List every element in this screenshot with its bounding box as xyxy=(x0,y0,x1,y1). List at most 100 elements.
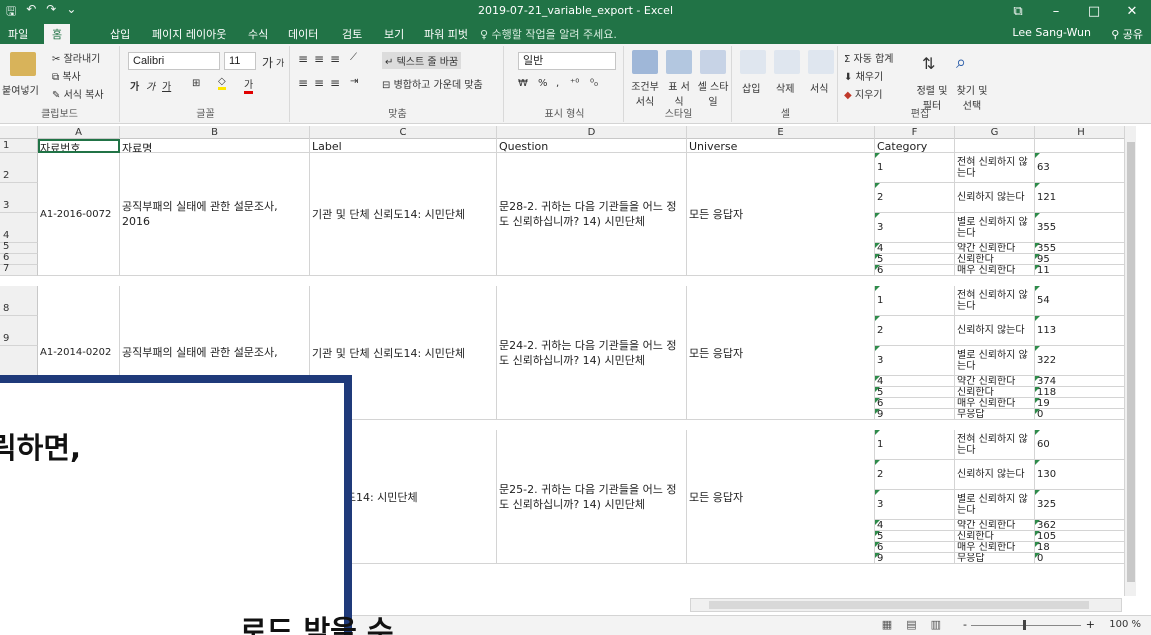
row-header[interactable]: 3 xyxy=(0,183,38,213)
insert-cells-icon[interactable] xyxy=(740,50,766,74)
cell-e1[interactable]: Universe xyxy=(687,139,875,153)
cell-universe[interactable]: 모든 응답자 xyxy=(687,430,875,564)
conditional-format-button[interactable]: 조건부 서식 xyxy=(628,78,662,108)
decrease-decimal-icon[interactable]: ⁰₀ xyxy=(590,78,598,89)
cell-g1[interactable] xyxy=(955,139,1035,153)
bold-button[interactable]: 가 xyxy=(130,78,139,93)
zoom-level[interactable]: 100 % xyxy=(1109,619,1141,630)
tab-view[interactable]: 보기 xyxy=(384,26,404,42)
zoom-in-button[interactable]: + xyxy=(1086,618,1095,631)
cell-category-text[interactable]: 신뢰하지 않는다 xyxy=(955,460,1035,490)
cell-category-code[interactable]: 4 xyxy=(875,376,955,387)
cell-category-code[interactable]: 1 xyxy=(875,286,955,316)
tab-formulas[interactable]: 수식 xyxy=(248,26,268,42)
insert-button[interactable]: 삽입 xyxy=(742,80,760,95)
cell-count[interactable]: 325 xyxy=(1035,490,1128,520)
font-color-icon[interactable]: 가 xyxy=(244,76,254,94)
font-size-select[interactable]: 11 xyxy=(224,52,256,70)
cell-count[interactable]: 322 xyxy=(1035,346,1128,376)
percent-button[interactable]: % xyxy=(538,78,548,89)
cell-category-code[interactable]: 5 xyxy=(875,387,955,398)
row-header[interactable]: 4 xyxy=(0,213,38,243)
tab-file[interactable]: 파일 xyxy=(8,26,28,42)
row-header[interactable]: 9 xyxy=(0,316,38,346)
cell-category-code[interactable]: 3 xyxy=(875,213,955,243)
font-name-select[interactable]: Calibri xyxy=(128,52,220,70)
format-cells-icon[interactable] xyxy=(808,50,834,74)
zoom-slider[interactable] xyxy=(971,620,1081,630)
cell-category-text[interactable]: 전혀 신뢰하지 않는다 xyxy=(955,286,1035,316)
shrink-font-button[interactable]: 가 xyxy=(276,56,284,69)
cell-category-code[interactable]: 1 xyxy=(875,430,955,460)
cell-count[interactable]: 60 xyxy=(1035,430,1128,460)
cell-category-code[interactable]: 6 xyxy=(875,265,955,276)
cell-category-code[interactable]: 2 xyxy=(875,316,955,346)
grow-font-button[interactable]: 가 xyxy=(262,54,273,71)
cell-question[interactable]: 문25-2. 귀하는 다음 기관들을 어느 정도 신뢰하십니까? 14) 시민단… xyxy=(497,430,687,564)
cell-category-text[interactable]: 전혀 신뢰하지 않는다 xyxy=(955,153,1035,183)
tab-home[interactable]: 홈 xyxy=(44,24,71,44)
vertical-scrollbar[interactable] xyxy=(1124,126,1136,596)
italic-button[interactable]: 가 xyxy=(146,78,155,93)
align-middle-icon[interactable]: ≡ xyxy=(314,52,324,66)
cell-category-code[interactable]: 6 xyxy=(875,542,955,553)
tell-me-search[interactable]: ♀ 수행할 작업을 알려 주세요. xyxy=(480,26,617,42)
cell-label[interactable]: 기관 및 단체 신뢰도14: 시민단체 xyxy=(310,153,497,276)
cell-category-code[interactable]: 5 xyxy=(875,254,955,265)
cell-count[interactable]: 130 xyxy=(1035,460,1128,490)
align-bottom-icon[interactable]: ≡ xyxy=(330,52,340,66)
minimize-button[interactable]: – xyxy=(1037,0,1075,22)
cell-category-code[interactable]: 2 xyxy=(875,460,955,490)
cell-category-text[interactable]: 신뢰한다 xyxy=(955,531,1035,542)
cell-id[interactable]: A1-2016-0072 xyxy=(38,153,120,276)
align-top-icon[interactable]: ≡ xyxy=(298,52,308,66)
fill-button[interactable]: ⬇ 채우기 xyxy=(844,68,883,83)
cell-count[interactable]: 113 xyxy=(1035,316,1128,346)
horizontal-scroll-thumb[interactable] xyxy=(709,601,1089,609)
cell-category-code[interactable]: 4 xyxy=(875,520,955,531)
cell-f1[interactable]: Category xyxy=(875,139,955,153)
cell-category-code[interactable]: 4 xyxy=(875,243,955,254)
cell-question[interactable]: 문28-2. 귀하는 다음 기관들을 어느 정도 신뢰하십니까? 14) 시민단… xyxy=(497,153,687,276)
cell-count[interactable]: 118 xyxy=(1035,387,1128,398)
cell-category-text[interactable]: 매우 신뢰한다 xyxy=(955,398,1035,409)
sort-filter-icon[interactable]: ⇅ xyxy=(922,54,935,73)
comma-button[interactable]: , xyxy=(556,78,559,89)
cell-count[interactable]: 105 xyxy=(1035,531,1128,542)
cell-count[interactable]: 355 xyxy=(1035,243,1128,254)
column-header-c[interactable]: C xyxy=(310,126,497,139)
cell-category-text[interactable]: 전혀 신뢰하지 않는다 xyxy=(955,430,1035,460)
cell-category-text[interactable]: 매우 신뢰한다 xyxy=(955,265,1035,276)
cell-category-text[interactable]: 매우 신뢰한다 xyxy=(955,542,1035,553)
column-header-f[interactable]: F xyxy=(875,126,955,139)
cell-category-text[interactable]: 약간 신뢰한다 xyxy=(955,376,1035,387)
cell-category-code[interactable]: 3 xyxy=(875,490,955,520)
find-select-icon[interactable]: ⌕ xyxy=(956,52,966,73)
orientation-icon[interactable]: ⟋ xyxy=(350,52,357,63)
tab-page-layout[interactable]: 페이지 레이아웃 xyxy=(152,26,226,42)
cell-category-text[interactable]: 약간 신뢰한다 xyxy=(955,243,1035,254)
cell-styles-icon[interactable] xyxy=(700,50,726,74)
align-right-icon[interactable]: ≡ xyxy=(330,76,340,90)
currency-icon[interactable]: ₩ xyxy=(518,78,528,89)
cell-styles-button[interactable]: 셀 스타일 xyxy=(696,78,730,108)
cell-count[interactable]: 355 xyxy=(1035,213,1128,243)
cell-universe[interactable]: 모든 응답자 xyxy=(687,153,875,276)
row-header[interactable]: 2 xyxy=(0,153,38,183)
fill-color-icon[interactable]: ◇ xyxy=(218,76,226,90)
cell-category-code[interactable]: 9 xyxy=(875,409,955,420)
page-layout-view-icon[interactable]: ▤ xyxy=(906,618,916,631)
cell-a1[interactable]: 자료번호 xyxy=(38,139,120,153)
delete-cells-icon[interactable] xyxy=(774,50,800,74)
increase-decimal-icon[interactable]: ⁺⁰ xyxy=(570,78,579,89)
tab-power-pivot[interactable]: 파워 피벗 xyxy=(424,26,468,42)
cell-category-text[interactable]: 신뢰한다 xyxy=(955,254,1035,265)
cell-count[interactable]: 19 xyxy=(1035,398,1128,409)
format-as-table-button[interactable]: 표 서식 xyxy=(664,78,694,108)
cell-count[interactable]: 95 xyxy=(1035,254,1128,265)
zoom-out-button[interactable]: - xyxy=(963,618,967,631)
number-format-select[interactable]: 일반 xyxy=(518,52,616,70)
row-header[interactable]: 7 xyxy=(0,263,38,276)
cell-d1[interactable]: Question xyxy=(497,139,687,153)
zoom-slider-knob[interactable] xyxy=(1023,620,1026,630)
